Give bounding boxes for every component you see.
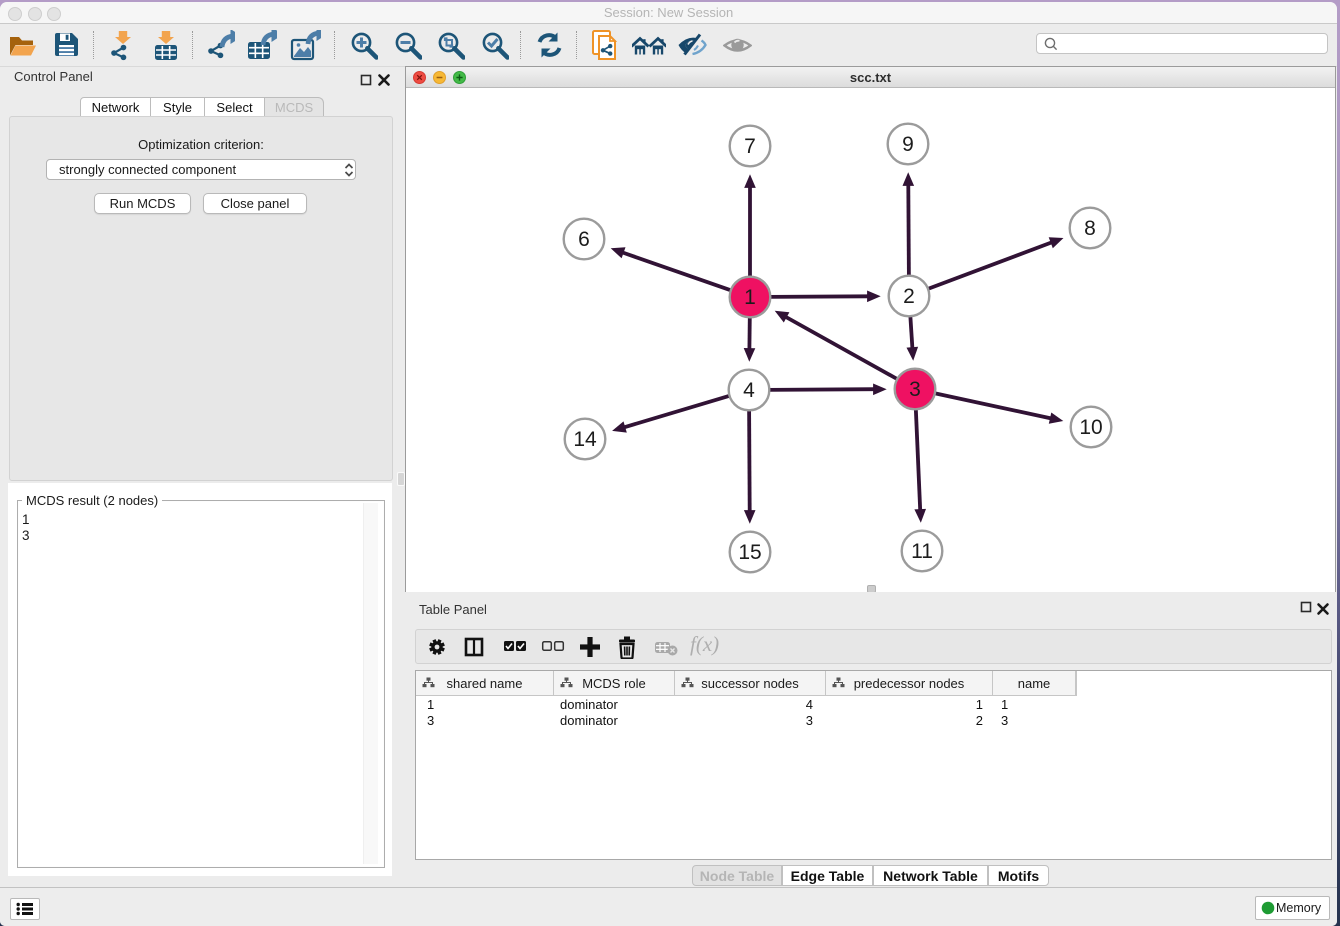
svg-text:1: 1 [744, 286, 756, 309]
svg-text:2: 2 [903, 285, 915, 308]
svg-text:8: 8 [1084, 217, 1096, 240]
svg-text:10: 10 [1079, 416, 1102, 439]
svg-text:4: 4 [743, 379, 755, 402]
svg-text:6: 6 [578, 228, 590, 251]
svg-text:7: 7 [744, 135, 756, 158]
svg-text:9: 9 [902, 133, 914, 156]
svg-text:15: 15 [738, 541, 761, 564]
svg-text:3: 3 [909, 378, 921, 401]
svg-text:11: 11 [911, 540, 933, 563]
svg-text:14: 14 [573, 428, 597, 451]
